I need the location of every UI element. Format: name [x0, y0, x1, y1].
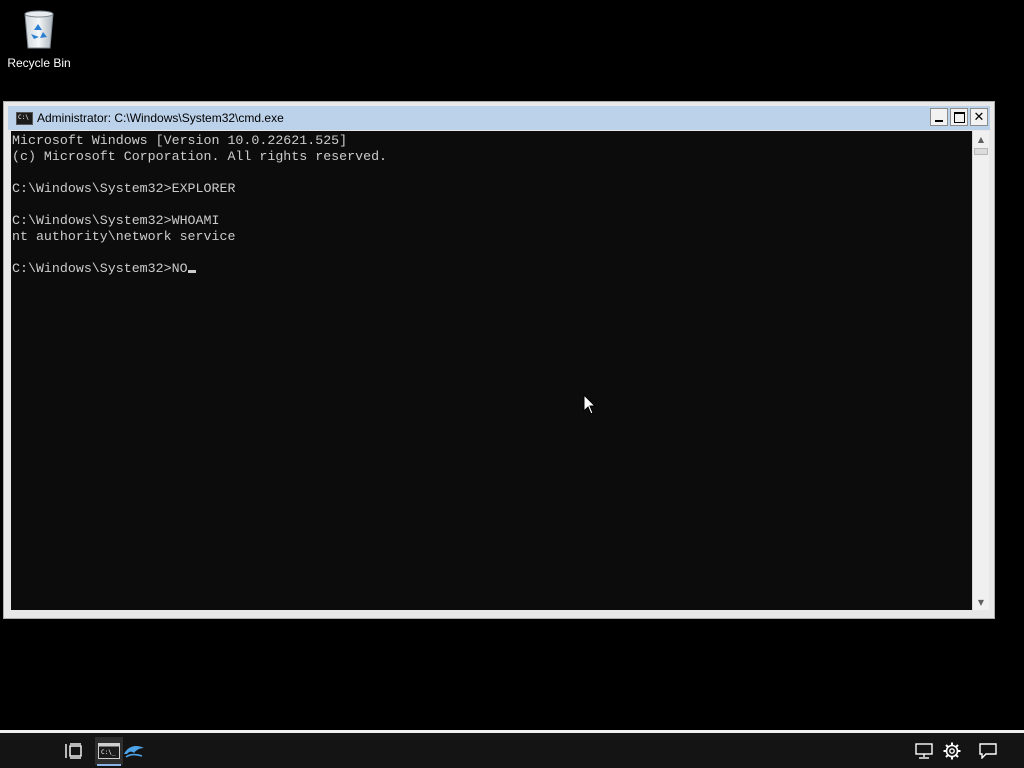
notification-icon [979, 743, 997, 759]
console-line: nt authority\network service [12, 229, 236, 244]
recycle-bin[interactable]: Recycle Bin [4, 8, 74, 78]
console-line: C:\Windows\System32>WHOAMI [12, 213, 220, 228]
network-icon [915, 743, 933, 759]
console-input-line[interactable]: C:\Windows\System32>NO [12, 261, 188, 276]
task-view-button[interactable] [60, 737, 88, 765]
recycle-bin-label: Recycle Bin [7, 56, 71, 70]
maximize-icon [953, 111, 965, 123]
title-bar[interactable]: Administrator: C:\Windows\System32\cmd.e… [8, 106, 990, 130]
taskbar-cmd-button[interactable]: C:\_ [95, 737, 123, 766]
console-line: (c) Microsoft Corporation. All rights re… [12, 149, 388, 164]
minimize-icon [935, 120, 943, 122]
settings-tray-button[interactable] [938, 737, 966, 765]
cmd-window[interactable]: Administrator: C:\Windows\System32\cmd.e… [3, 101, 995, 619]
vertical-scrollbar[interactable]: ▲ ▼ [972, 131, 989, 610]
dolphin-icon [124, 746, 144, 758]
console-line: C:\Windows\System32>EXPLORER [12, 181, 236, 196]
close-icon: ✕ [973, 109, 985, 125]
cmd-icon[interactable] [16, 112, 33, 125]
scroll-down-arrow[interactable]: ▼ [973, 594, 989, 610]
mouse-pointer-icon [583, 394, 597, 415]
close-button[interactable]: ✕ [970, 108, 988, 126]
console-output[interactable]: Microsoft Windows [Version 10.0.22621.52… [11, 131, 972, 610]
task-view-icon [65, 743, 82, 759]
console-line: Microsoft Windows [Version 10.0.22621.52… [12, 133, 348, 148]
taskbar-dolphin-button[interactable] [120, 737, 148, 765]
gear-icon [943, 742, 961, 760]
notifications-tray-button[interactable] [974, 737, 1002, 765]
cmd-icon: C:\_ [98, 743, 120, 759]
network-tray-button[interactable] [910, 737, 938, 765]
svg-text:C:\_: C:\_ [101, 749, 116, 756]
taskbar: C:\_ [0, 730, 1024, 768]
maximize-button[interactable] [950, 108, 968, 126]
text-cursor [187, 270, 196, 273]
scroll-up-arrow[interactable]: ▲ [973, 131, 989, 147]
window-title: Administrator: C:\Windows\System32\cmd.e… [37, 111, 284, 125]
scroll-thumb[interactable] [974, 148, 988, 155]
recycle-bin-icon [21, 8, 57, 50]
minimize-button[interactable] [930, 108, 948, 126]
